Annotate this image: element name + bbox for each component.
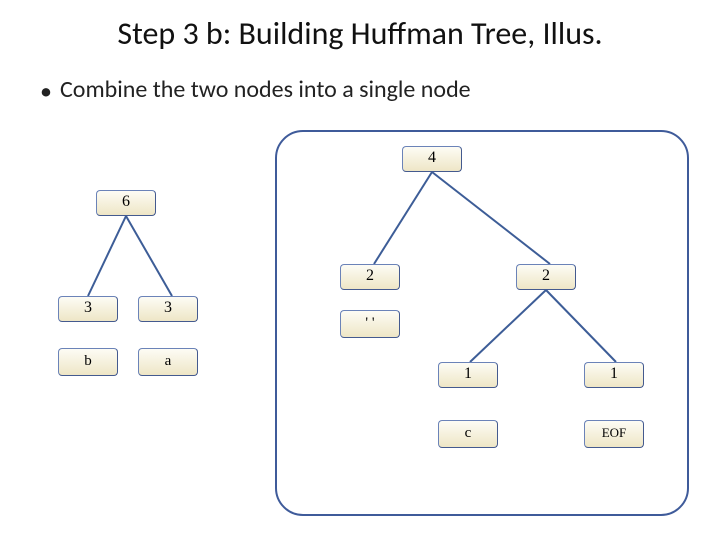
right-left-leaf-node: ' ' <box>340 310 400 338</box>
right-rl-leaf-node: c <box>438 420 498 448</box>
left-left-freq-node: 3 <box>58 296 118 322</box>
right-rr-freq-node: 1 <box>584 362 644 388</box>
bullet-item: • Combine the two nodes into a single nod… <box>40 75 471 106</box>
bullet-text: Combine the two nodes into a single node <box>60 75 471 104</box>
left-right-freq-node: 3 <box>138 296 198 322</box>
right-left-freq-node: 2 <box>340 264 400 290</box>
right-rr-leaf-node: EOF <box>584 420 644 448</box>
right-right-freq-node: 2 <box>516 264 576 290</box>
left-right-leaf-node: a <box>138 348 198 376</box>
right-root-freq-node: 4 <box>402 146 462 172</box>
left-root-edges <box>70 216 190 302</box>
slide-title: Step 3 b: Building Huffman Tree, Illus. <box>0 14 720 53</box>
highlight-box <box>275 130 689 516</box>
bullet-dot: • <box>40 77 50 106</box>
right-rl-freq-node: 1 <box>438 362 498 388</box>
left-left-leaf-node: b <box>58 348 118 376</box>
left-root-freq-node: 6 <box>96 190 156 216</box>
